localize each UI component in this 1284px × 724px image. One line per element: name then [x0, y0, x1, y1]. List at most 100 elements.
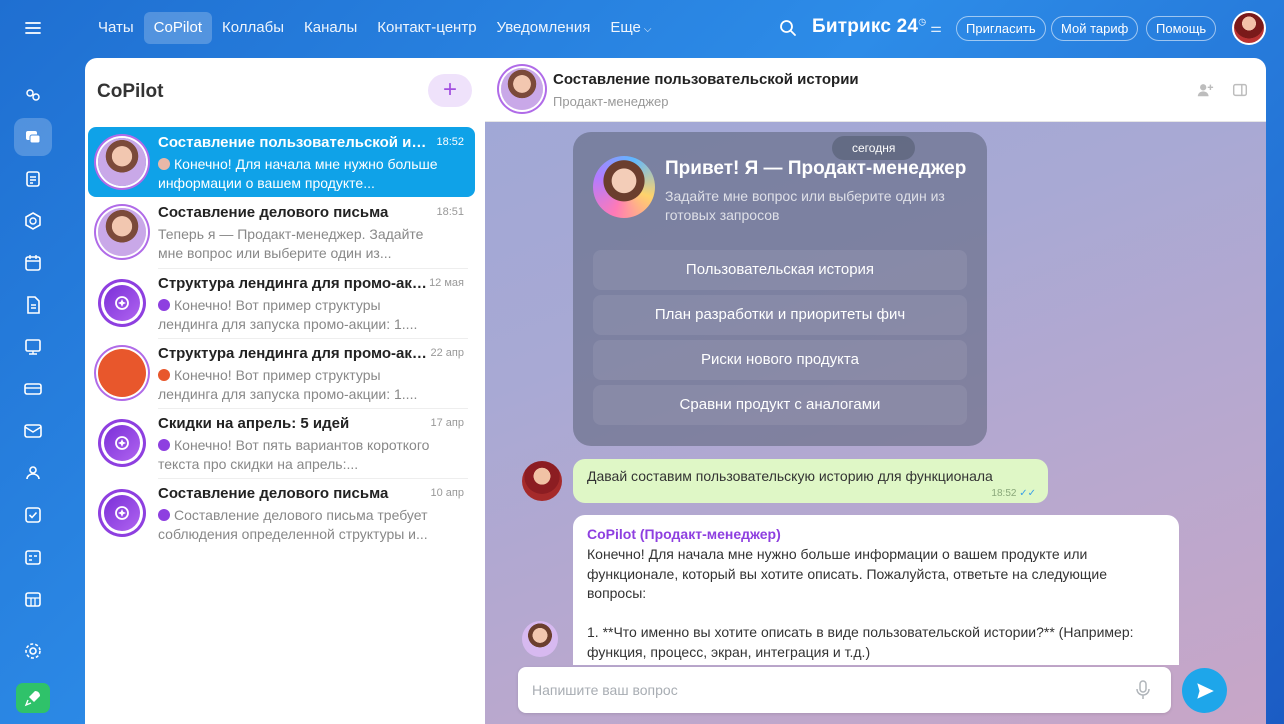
message-meta: 18:52 ✓✓ [991, 488, 1036, 499]
nav-more-label: Еще [610, 19, 641, 36]
assistant-avatar [593, 156, 655, 218]
chat-avatar[interactable] [501, 68, 543, 110]
nav-chats[interactable]: Чаты [88, 12, 144, 44]
chat-preview: Теперь я — Продакт-менеджер. Задайте мне… [158, 226, 424, 261]
tariff-button[interactable]: Мой тариф [1051, 16, 1139, 41]
documents-icon[interactable] [14, 286, 52, 324]
avatar[interactable] [522, 461, 562, 501]
assistant-message: CoPilot (Продакт-менеджер) Конечно! Для … [573, 515, 1179, 665]
welcome-title: Привет! Я — Продакт-менеджер [665, 158, 967, 179]
user-avatar[interactable] [1232, 11, 1266, 45]
prompt-button[interactable]: Пользовательская история [593, 250, 967, 290]
chat-list-item[interactable]: Составление делового письма 18:51 Теперь… [88, 197, 475, 267]
copilot-avatar [98, 419, 146, 467]
copilot-mini-icon [158, 509, 170, 521]
copilot-icon [104, 495, 140, 531]
feed-icon[interactable] [14, 76, 52, 114]
add-chat-button[interactable]: + [428, 74, 472, 107]
store-icon[interactable] [14, 580, 52, 618]
message-input-box [518, 667, 1171, 713]
chat-title: Составление делового письма [158, 485, 389, 502]
chat-preview: Конечно! Для начала мне нужно больше инф… [158, 155, 438, 193]
copilot-icon [104, 285, 140, 321]
avatar [98, 208, 146, 256]
menu-icon[interactable] [14, 9, 52, 47]
nav-copilot[interactable]: CoPilot [143, 12, 213, 44]
chat-list-item[interactable]: Структура лендинга для промо-акц... 22 а… [88, 338, 475, 408]
crm-icon[interactable] [14, 202, 52, 240]
chat-time: 17 апр [430, 417, 464, 429]
welcome-card: Привет! Я — Продакт-менеджер Задайте мне… [573, 132, 987, 446]
message-text: Конечно! Для начала мне нужно больше инф… [587, 546, 1134, 660]
chat-title: Скидки на апрель: 5 идей [158, 415, 350, 432]
shop-icon[interactable] [14, 370, 52, 408]
copilot-avatar [98, 279, 146, 327]
mini-avatar-icon [158, 369, 170, 381]
chat-icon[interactable] [14, 118, 52, 156]
send-button[interactable] [1182, 668, 1227, 713]
board-icon[interactable] [14, 328, 52, 366]
message-author[interactable]: CoPilot (Продакт-менеджер) [587, 526, 781, 542]
checklist-icon[interactable] [14, 496, 52, 534]
chat-preview: Конечно! Вот пять вариантов короткого те… [158, 436, 438, 474]
left-rail [0, 0, 66, 724]
nav-channels[interactable]: Каналы [294, 12, 367, 44]
list-title: CoPilot [97, 81, 164, 102]
main-nav: Чаты CoPilot Коллабы Каналы Контакт-цент… [88, 12, 661, 44]
chat-preview-text: Конечно! Для начала мне нужно больше инф… [158, 156, 438, 191]
microphone-icon[interactable] [1134, 679, 1152, 701]
search-icon[interactable] [778, 18, 798, 38]
settings-icon[interactable] [14, 632, 52, 670]
copilot-mini-icon [158, 439, 170, 451]
chat-preview: Конечно! Вот пример структуры лендинга д… [158, 366, 438, 404]
nav-notifications[interactable]: Уведомления [487, 12, 601, 44]
avatar [98, 138, 146, 186]
chat-list-item[interactable]: Скидки на апрель: 5 идей 17 апр Конечно!… [88, 408, 475, 478]
top-bar: Чаты CoPilot Коллабы Каналы Контакт-цент… [66, 0, 1284, 58]
nav-collabs[interactable]: Коллабы [212, 12, 294, 44]
prompt-button[interactable]: Риски нового продукта [593, 340, 967, 380]
sidebar-toggle-icon[interactable] [1231, 81, 1249, 99]
double-check-icon: ✓✓ [1019, 488, 1036, 499]
avatar [98, 349, 146, 397]
message-input[interactable] [532, 679, 1112, 701]
nav-contact-center[interactable]: Контакт-центр [367, 12, 486, 44]
copilot-mini-icon [158, 299, 170, 311]
brand-number: 24 [896, 16, 919, 37]
prompt-button[interactable]: Сравни продукт с аналогами [593, 385, 967, 425]
prompt-button[interactable]: План разработки и приоритеты фич [593, 295, 967, 335]
assistant-avatar[interactable] [522, 621, 558, 657]
chat-preview-text: Конечно! Вот пять вариантов короткого те… [158, 437, 430, 472]
chat-time: 18:51 [436, 206, 464, 218]
rocket-icon[interactable] [16, 683, 50, 713]
mail-icon[interactable] [14, 412, 52, 450]
chat-title: Составление делового письма [158, 204, 389, 221]
send-icon [1196, 682, 1214, 699]
chat-time: 12 мая [429, 277, 464, 289]
contacts-icon[interactable] [14, 454, 52, 492]
chat-preview: Составление делового письма требует собл… [158, 506, 438, 544]
chat-title: Структура лендинга для промо-акц... [158, 345, 428, 362]
chat-header: Составление пользовательской истории Про… [485, 58, 1266, 122]
chat-preview: Конечно! Вот пример структуры лендинга д… [158, 296, 438, 334]
chat-list-item[interactable]: Составление пользовательской исто... 18:… [88, 127, 475, 197]
nav-more[interactable]: Еще ⌵ [600, 12, 661, 44]
calendar-icon[interactable] [14, 244, 52, 282]
add-user-icon[interactable] [1196, 81, 1214, 99]
invite-button[interactable]: Пригласить [956, 16, 1046, 41]
tasks-icon[interactable] [14, 160, 52, 198]
planner-icon[interactable] [14, 538, 52, 576]
chat-title: Составление пользовательской исто... [158, 134, 428, 151]
chat-title[interactable]: Составление пользовательской истории [553, 71, 859, 88]
help-button[interactable]: Помощь [1146, 16, 1217, 41]
brand-name: Битрикс [812, 16, 892, 37]
chat-time: 22 апр [430, 347, 464, 359]
brand-logo[interactable]: Битрикс 24◷ ⚌ [812, 16, 942, 38]
chat-preview-text: Конечно! Вот пример структуры лендинга д… [158, 297, 418, 332]
mini-avatar-icon [158, 158, 170, 170]
chat-list-item[interactable]: Структура лендинга для промо-акц... 12 м… [88, 268, 475, 338]
message-time: 18:52 [991, 488, 1017, 499]
chat-time: 18:52 [436, 136, 464, 148]
welcome-subtitle: Задайте мне вопрос или выберите один из … [665, 188, 945, 223]
chat-list-item[interactable]: Составление делового письма 10 апр Соста… [88, 478, 475, 548]
